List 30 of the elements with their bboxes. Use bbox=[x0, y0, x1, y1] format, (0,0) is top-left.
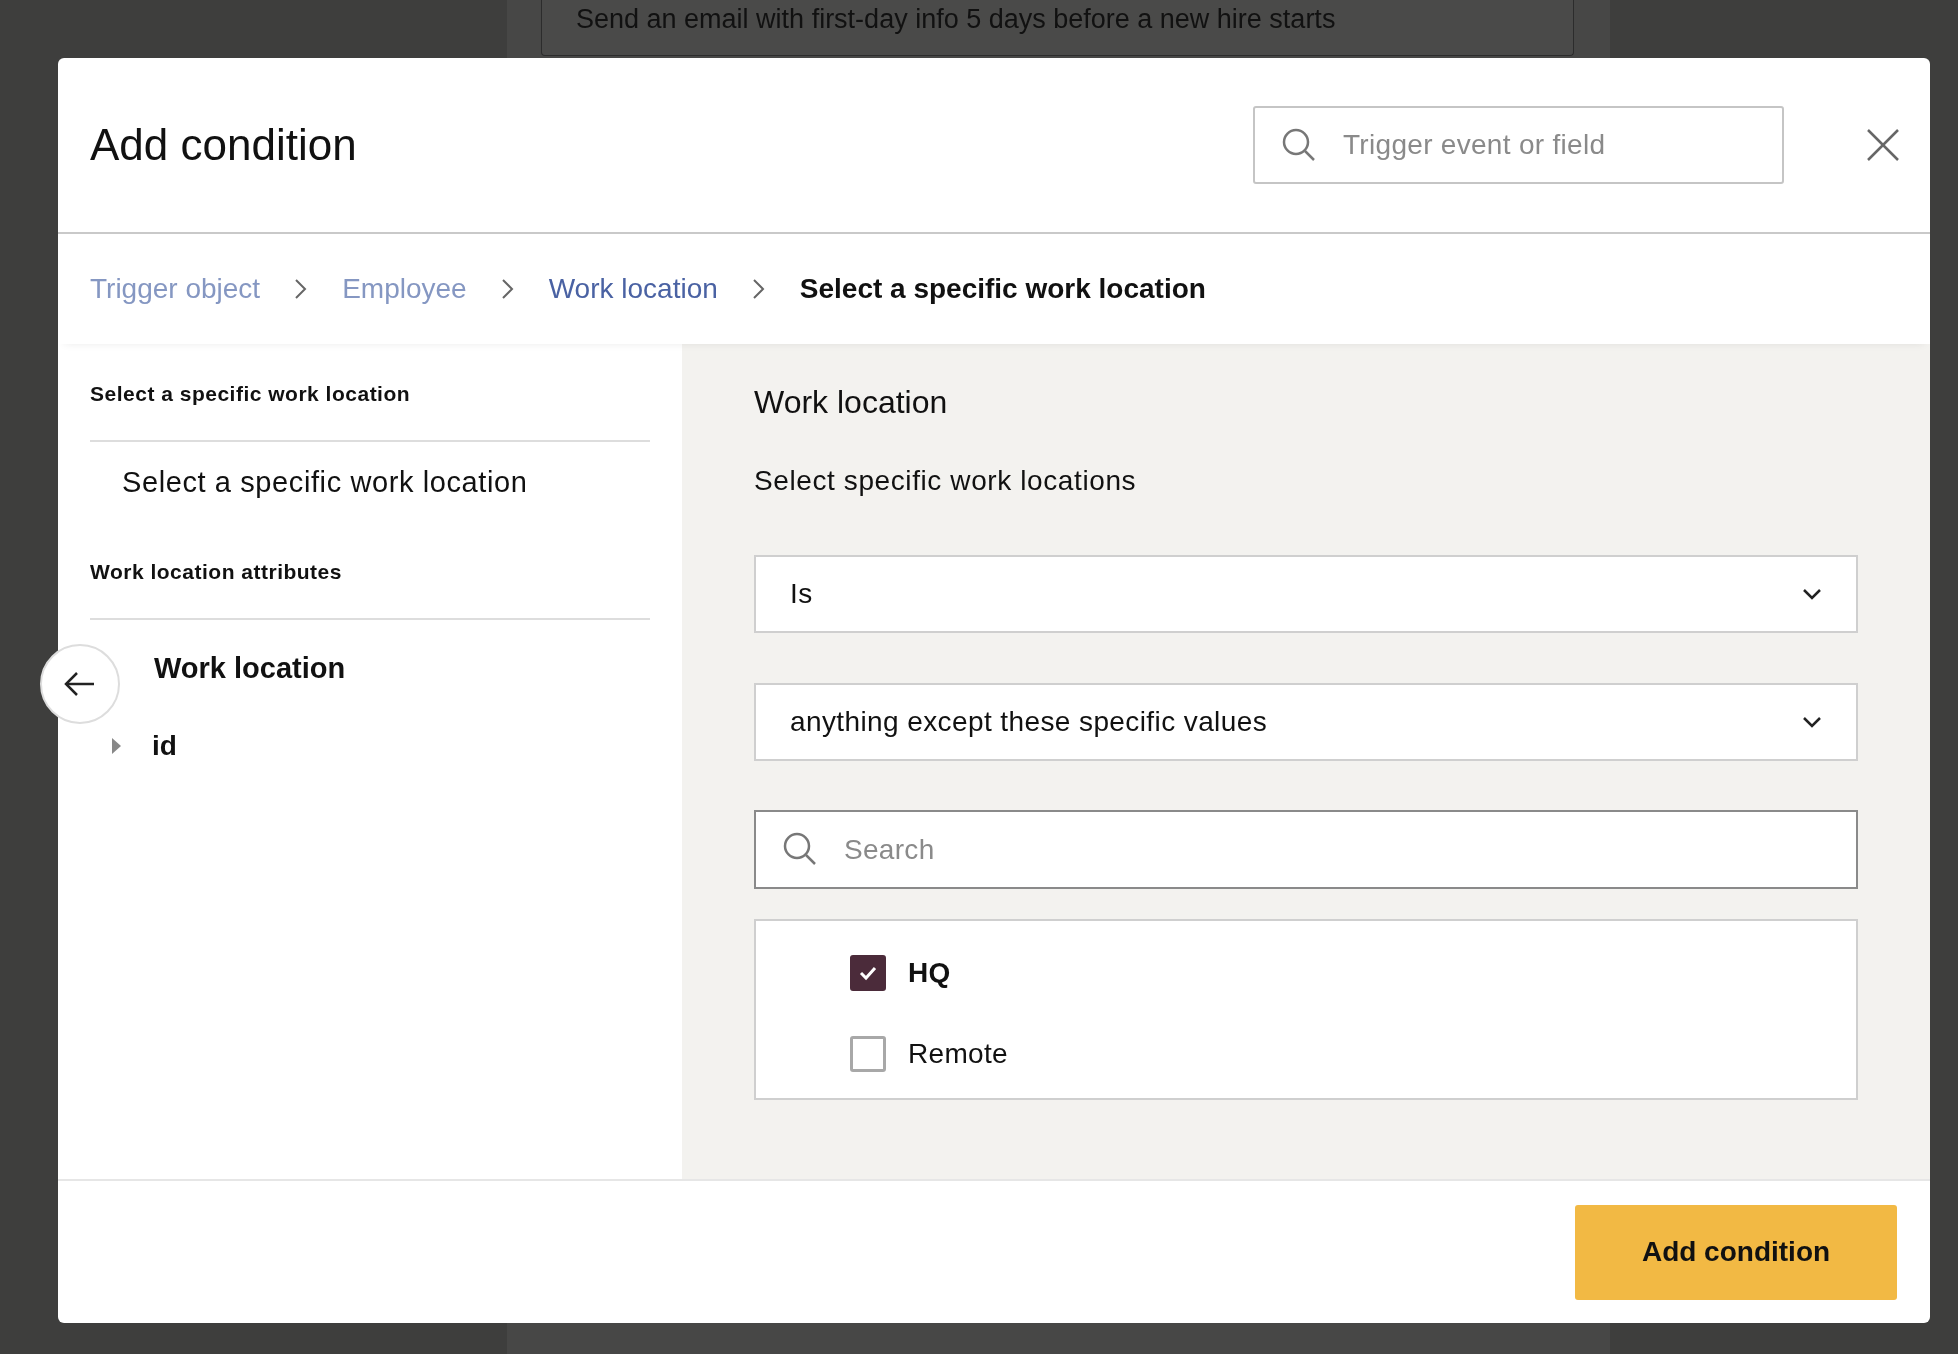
chevron-down-icon bbox=[1802, 588, 1822, 600]
list-title: Work location bbox=[153, 651, 347, 686]
caret-icon[interactable] bbox=[110, 737, 122, 755]
search-field[interactable]: Search bbox=[754, 810, 1858, 889]
breadcrumb-item: Select a specific work location bbox=[799, 273, 1206, 305]
close-icon bbox=[1866, 128, 1900, 162]
add-condition-button[interactable]: Add condition bbox=[1575, 1204, 1897, 1300]
checkbox-label[interactable]: Remote bbox=[908, 1038, 1008, 1070]
section-heading: Select a specific work location bbox=[90, 382, 650, 442]
breadcrumb-item[interactable]: Work location bbox=[548, 273, 718, 305]
dropdown[interactable]: Is bbox=[754, 555, 1858, 633]
section-heading: Work location attributes bbox=[90, 560, 650, 620]
checkbox[interactable] bbox=[850, 1036, 886, 1072]
checkbox-label[interactable]: HQ bbox=[908, 957, 951, 989]
panel-heading: Work location bbox=[754, 384, 949, 421]
dialog-title: Add condition bbox=[90, 120, 358, 170]
chevron-right-icon bbox=[751, 278, 766, 300]
list-item[interactable]: Select a specific work location bbox=[90, 442, 650, 560]
tree-item[interactable]: id bbox=[152, 730, 177, 762]
panel-description: Select specific work locations bbox=[754, 465, 1138, 497]
chevron-down-icon bbox=[1802, 716, 1822, 728]
checkbox[interactable] bbox=[850, 955, 886, 991]
search-icon bbox=[1281, 127, 1317, 163]
arrow-left-icon bbox=[64, 671, 96, 697]
search-field[interactable]: Trigger event or field bbox=[1253, 106, 1784, 184]
chevron-right-icon bbox=[500, 278, 515, 300]
dropdown[interactable]: anything except these specific values bbox=[754, 683, 1858, 761]
search-icon bbox=[782, 831, 818, 867]
chevron-right-icon bbox=[294, 278, 309, 300]
background-card-text: Send an email with first-day info 5 days before a new hire starts bbox=[541, 0, 1574, 56]
